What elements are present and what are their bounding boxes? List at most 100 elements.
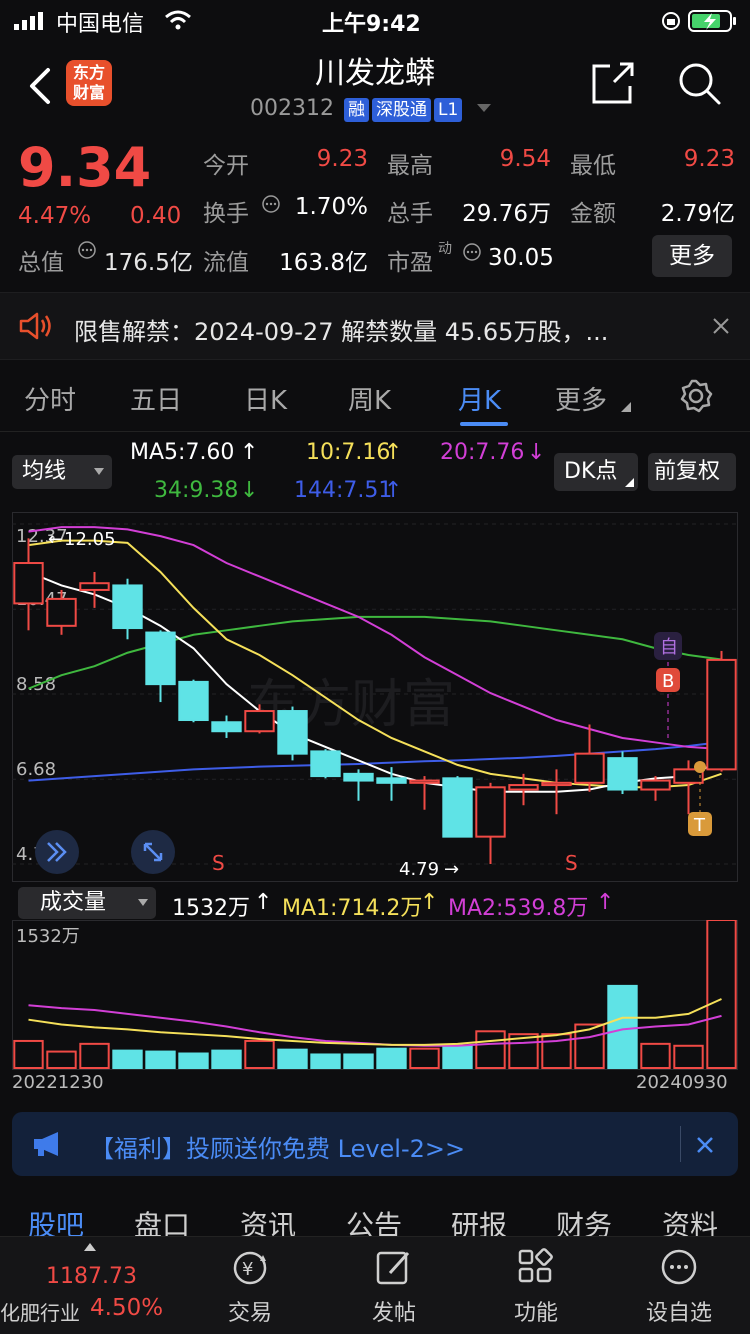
candle-body bbox=[541, 781, 572, 787]
up-triangle-icon bbox=[84, 1243, 96, 1251]
section-financials[interactable]: 财务 bbox=[556, 1204, 612, 1236]
close-icon[interactable] bbox=[712, 317, 730, 335]
ma10-arrow: ↑ bbox=[384, 440, 403, 465]
notice-bar[interactable]: 限售解禁：2024-09-27 解禁数量 45.65万股，... bbox=[0, 292, 750, 360]
section-orderbook[interactable]: 盘口 bbox=[134, 1204, 190, 1236]
volume-bar bbox=[640, 1042, 671, 1069]
volume-value: 1532万 bbox=[172, 896, 250, 921]
ma-lines bbox=[28, 526, 722, 793]
tab-five-day[interactable]: 五日 bbox=[130, 380, 182, 417]
tab-daily-k[interactable]: 日K bbox=[244, 380, 287, 417]
share-icon[interactable] bbox=[590, 60, 636, 106]
promo-divider bbox=[680, 1126, 681, 1162]
stock-name: 川发龙蟒 bbox=[315, 56, 435, 91]
dk-point-button[interactable]: DK点 bbox=[554, 453, 638, 491]
volume-bar bbox=[211, 1049, 242, 1069]
low-value: 9.23 bbox=[683, 146, 735, 172]
industry-index: 1187.73 bbox=[46, 1264, 137, 1289]
section-news[interactable]: 资讯 bbox=[240, 1204, 296, 1236]
info-dots-icon[interactable] bbox=[77, 240, 97, 260]
more-circle-icon bbox=[661, 1249, 697, 1285]
nav-post[interactable]: 发帖 bbox=[339, 1247, 449, 1327]
section-profile[interactable]: 资料 bbox=[662, 1204, 718, 1236]
tab-monthly-k[interactable]: 月K bbox=[458, 380, 501, 417]
candle-body bbox=[277, 710, 308, 755]
promo-banner[interactable]: 【福利】投顾送你免费 Level-2>> bbox=[12, 1112, 738, 1176]
high-value: 9.54 bbox=[499, 146, 551, 172]
volume-bar bbox=[178, 1052, 209, 1070]
nav-functions[interactable]: 功能 bbox=[481, 1247, 591, 1327]
tab-more[interactable]: 更多 bbox=[555, 380, 607, 417]
nav-post-label: 发帖 bbox=[371, 1301, 416, 1326]
turnover-value: 1.70% bbox=[294, 194, 368, 220]
volume-bar bbox=[112, 1049, 143, 1069]
sell-signal-mark: S bbox=[565, 851, 578, 875]
candle-body bbox=[442, 777, 473, 838]
section-forum[interactable]: 股吧 bbox=[28, 1204, 84, 1236]
volume-bar bbox=[46, 1050, 77, 1070]
settings-gear-icon[interactable] bbox=[678, 378, 714, 414]
rotation-lock-icon bbox=[662, 12, 680, 30]
buy-signal-text: B bbox=[662, 671, 674, 692]
section-announcements[interactable]: 公告 bbox=[346, 1204, 402, 1236]
change-percent: 4.47% bbox=[18, 203, 92, 229]
high-marker-arrow: ← bbox=[48, 529, 63, 550]
more-quote-button[interactable]: 更多 bbox=[652, 235, 732, 277]
open-value: 9.23 bbox=[316, 146, 368, 172]
volume-label: 总手 bbox=[387, 201, 433, 227]
volume-bar bbox=[343, 1053, 374, 1069]
megaphone-icon bbox=[34, 1132, 58, 1156]
ma10-value: 10:7.16 bbox=[306, 440, 391, 465]
ma-selector[interactable]: 均线 bbox=[12, 455, 112, 489]
candle-body bbox=[112, 584, 143, 630]
signal-icon bbox=[14, 12, 43, 30]
volume-bar bbox=[442, 1044, 473, 1069]
dropdown-arrow-icon[interactable] bbox=[477, 104, 492, 114]
tab-weekly-k[interactable]: 周K bbox=[348, 380, 391, 417]
amount-value: 2.79亿 bbox=[660, 201, 735, 227]
volume-bar bbox=[244, 1039, 275, 1070]
ma144-arrow: ↑ bbox=[384, 478, 403, 503]
edit-icon bbox=[376, 1251, 410, 1285]
volume-value: 29.76万 bbox=[462, 201, 551, 227]
volume-bar bbox=[409, 1047, 440, 1069]
candle-body bbox=[574, 752, 605, 784]
tab-intraday[interactable]: 分时 bbox=[24, 380, 76, 417]
volume-chart[interactable]: 1532万 20221230 bbox=[12, 920, 738, 1070]
vol-ma2-value: MA2:539.8万 bbox=[448, 896, 589, 921]
low-marker-label: 4.79 bbox=[399, 859, 439, 880]
quote-panel: 9.34 4.47% 0.40 总值 176.5亿 今开 9.23 最高 9.5… bbox=[0, 132, 750, 292]
ma10-line bbox=[28, 539, 722, 789]
speaker-icon bbox=[19, 312, 51, 340]
t-marker-dot bbox=[694, 761, 706, 773]
close-icon[interactable] bbox=[696, 1136, 714, 1154]
industry-widget[interactable]: 1187.73 化肥行业 4.50% bbox=[0, 1237, 180, 1334]
vol-ma2-arrow: ↑ bbox=[596, 890, 615, 915]
volume-bar bbox=[310, 1053, 341, 1069]
section-research[interactable]: 研报 bbox=[451, 1204, 507, 1236]
corner-triangle-icon bbox=[625, 478, 634, 487]
bottom-nav: 1187.73 化肥行业 4.50% ¥ 交易 发帖 功能 设自选 bbox=[0, 1236, 750, 1334]
section-tabs: 股吧 盘口 资讯 公告 研报 财务 资料 bbox=[0, 1192, 750, 1236]
nav-set-watchlist[interactable]: 设自选 bbox=[624, 1247, 734, 1327]
adjust-button[interactable]: 前复权 bbox=[648, 453, 736, 491]
candle-body bbox=[343, 772, 374, 782]
candle-body bbox=[640, 779, 671, 791]
open-label: 今开 bbox=[203, 153, 249, 179]
volume-bar bbox=[706, 920, 737, 1069]
expand-button[interactable] bbox=[35, 830, 79, 874]
ma5-arrow: ↑ bbox=[240, 440, 259, 465]
volume-bar bbox=[475, 1030, 506, 1069]
volume-selector[interactable]: 成交量 bbox=[18, 887, 156, 919]
candle-body bbox=[46, 597, 77, 627]
fullscreen-button[interactable] bbox=[131, 830, 175, 874]
info-dots-icon[interactable] bbox=[462, 242, 482, 262]
kline-chart[interactable]: 东方财富 12.3710.478.586.684.79 ← 12.05 4.79… bbox=[12, 512, 738, 882]
dropdown-arrow-icon bbox=[138, 899, 148, 906]
nav-set-watchlist-label: 设自选 bbox=[645, 1301, 712, 1326]
float-value: 163.8亿 bbox=[279, 250, 368, 276]
nav-trade[interactable]: ¥ 交易 bbox=[195, 1247, 305, 1327]
x-start-label: 20221230 bbox=[12, 1072, 104, 1093]
info-dots-icon[interactable] bbox=[261, 194, 281, 214]
search-icon[interactable] bbox=[676, 60, 722, 106]
